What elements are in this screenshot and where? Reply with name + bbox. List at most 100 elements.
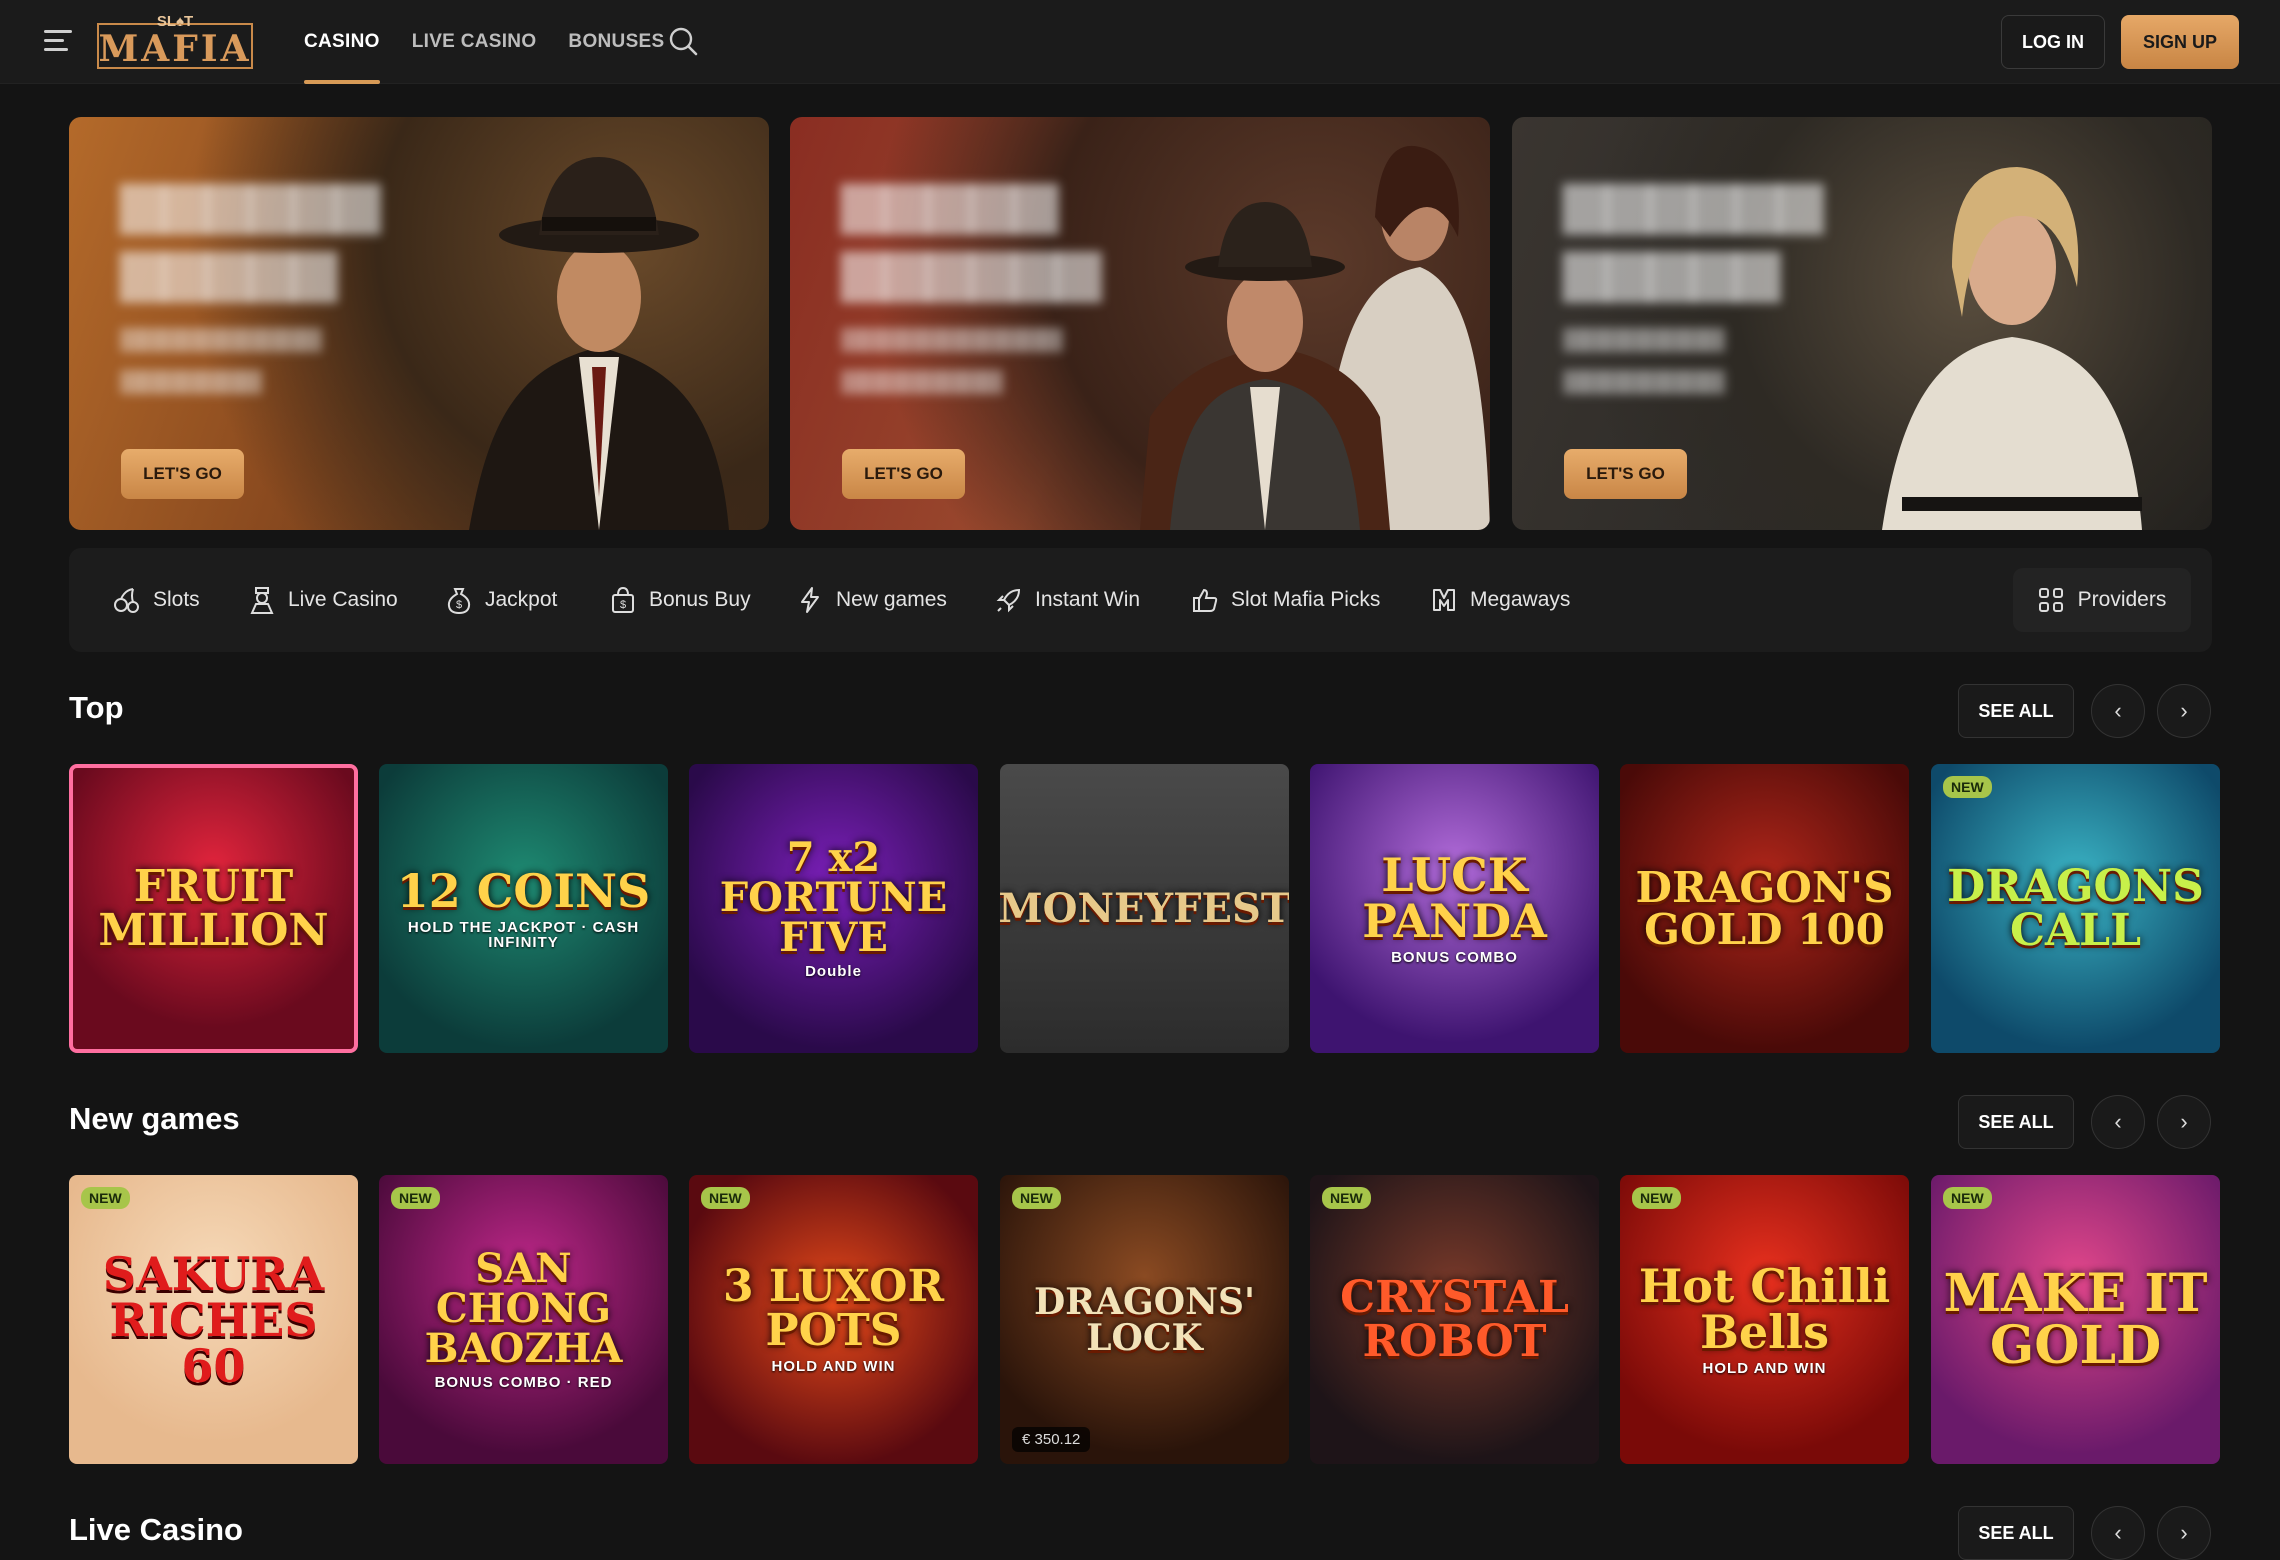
section-title-new-games: New games — [69, 1101, 240, 1136]
login-button[interactable]: LOG IN — [2001, 15, 2105, 69]
game-title: Hot Chilli Bells — [1638, 1259, 1891, 1359]
game-subtitle: HOLD AND WIN — [771, 1358, 896, 1375]
section-title-top: Top — [69, 690, 124, 725]
banner-cta-button[interactable]: LET'S GO — [121, 449, 244, 499]
banner-welcome-package[interactable]: ▆▆▆▆▆▆ ▆▆▆▆▆ ▆▆▆▆▆▆▆▆▆▆ ▆▆▆▆▆▆▆ LET'S GO — [69, 117, 769, 530]
game-tile-san-chong-baozha[interactable]: NEW SAN CHONG BAOZHA BONUS COMBO · RED — [379, 1175, 668, 1464]
mafioso-illustration — [469, 157, 729, 530]
banner-crypto-bonus[interactable]: ▆▆▆▆▆▆ ▆▆▆▆▆ ▆▆▆▆▆▆▆▆ ▆▆▆▆▆▆▆▆ LET'S GO — [1512, 117, 2212, 530]
new-badge: NEW — [1012, 1187, 1061, 1209]
see-all-button-top[interactable]: SEE ALL — [1958, 684, 2074, 738]
game-title: DRAGON'S GOLD 100 — [1635, 862, 1894, 954]
cherries-icon — [114, 588, 139, 613]
game-tile-fruit-million[interactable]: FRUIT MILLION — [69, 764, 358, 1053]
lightning-icon — [801, 587, 819, 613]
menu-icon[interactable] — [44, 30, 72, 52]
category-new-games[interactable]: New games — [796, 548, 947, 652]
game-tile-dragons-gold-100[interactable]: DRAGON'S GOLD 100 — [1620, 764, 1909, 1053]
banner-reload-bonuses[interactable]: ▆▆▆▆▆ ▆▆▆▆▆▆ ▆▆▆▆▆▆▆▆▆▆▆ ▆▆▆▆▆▆▆▆ LET'S GO — [790, 117, 1490, 530]
category-label: Megaways — [1470, 588, 1571, 611]
category-label: Live Casino — [288, 588, 398, 611]
game-tile-hot-chilli-bells[interactable]: NEW Hot Chilli Bells HOLD AND WIN — [1620, 1175, 1909, 1464]
new-badge: NEW — [1943, 1187, 1992, 1209]
game-subtitle: Double — [805, 963, 862, 980]
new-badge: NEW — [1322, 1187, 1371, 1209]
new-badge: NEW — [81, 1187, 130, 1209]
category-slots[interactable]: Slots — [113, 548, 200, 652]
jackpot-amount: € 350.12 — [1012, 1427, 1091, 1452]
providers-button[interactable]: Providers — [2013, 568, 2191, 632]
game-subtitle: BONUS COMBO — [1391, 949, 1518, 966]
game-tile-dragons-call[interactable]: NEW DRAGONS CALL — [1931, 764, 2220, 1053]
banner-cta-button[interactable]: LET'S GO — [842, 449, 965, 499]
next-arrow-icon[interactable]: › — [2157, 684, 2211, 738]
megaways-icon — [1433, 589, 1455, 611]
game-tile-3-luxor-pots[interactable]: NEW 3 LUXOR POTS HOLD AND WIN — [689, 1175, 978, 1464]
slot-mafia-logo[interactable]: SL♠T MAFIA — [94, 12, 256, 72]
game-title: DRAGONS CALL — [1947, 860, 2204, 956]
game-title: FRUIT MILLION — [98, 860, 329, 956]
game-title: 12 COINS — [396, 863, 651, 918]
game-title: 7 x2 FORTUNE FIVE — [719, 834, 948, 961]
category-label: New games — [836, 588, 947, 611]
search-icon[interactable] — [668, 26, 698, 56]
game-title: MONEYFEST — [1000, 884, 1289, 932]
svg-text:$: $ — [620, 599, 626, 611]
banner-cta-button[interactable]: LET'S GO — [1564, 449, 1687, 499]
prev-arrow-icon[interactable]: ‹ — [2091, 684, 2145, 738]
svg-text:MAFIA: MAFIA — [98, 28, 251, 70]
banner-blurred-text: ▆▆▆▆▆▆ ▆▆▆▆▆ ▆▆▆▆▆▆▆▆▆▆ ▆▆▆▆▆▆▆ — [121, 169, 380, 393]
top-header: SL♠T MAFIA CASINO LIVE CASINO BONUSES LO… — [0, 0, 2280, 84]
banner-blurred-text: ▆▆▆▆▆▆ ▆▆▆▆▆ ▆▆▆▆▆▆▆▆ ▆▆▆▆▆▆▆▆ — [1564, 169, 1823, 393]
dealer-icon — [250, 587, 274, 614]
svg-text:$: $ — [456, 599, 462, 611]
rocket-icon — [996, 588, 1021, 613]
game-tile-12-coins[interactable]: 12 COINS HOLD THE JACKPOT · CASH INFINITY — [379, 764, 668, 1053]
category-live-casino[interactable]: Live Casino — [248, 548, 398, 652]
gift-bag-icon: $ — [612, 586, 634, 613]
nav-casino[interactable]: CASINO — [304, 0, 380, 84]
section-title-live-casino: Live Casino — [69, 1512, 243, 1547]
grid-icon — [2038, 588, 2063, 612]
game-tile-luck-panda[interactable]: LUCK PANDA BONUS COMBO — [1310, 764, 1599, 1053]
category-label: Jackpot — [485, 588, 558, 611]
thumbs-up-icon — [1193, 588, 1218, 612]
game-tile-dragons-lock[interactable]: NEW DRAGONS' LOCK € 350.12 — [1000, 1175, 1289, 1464]
mafioso-couple-illustration — [1140, 145, 1490, 530]
next-arrow-icon[interactable]: › — [2157, 1506, 2211, 1560]
lady-illustration — [1882, 167, 2142, 530]
category-megaways[interactable]: Megaways — [1430, 548, 1570, 652]
game-title: MAKE IT GOLD — [1943, 1262, 2208, 1376]
game-title: LUCK PANDA — [1362, 848, 1547, 948]
see-all-button-live-casino[interactable]: SEE ALL — [1958, 1506, 2074, 1560]
category-label: Instant Win — [1035, 588, 1141, 611]
main-nav: CASINO LIVE CASINO BONUSES — [304, 0, 664, 84]
coin-bag-icon: $ — [447, 588, 471, 614]
nav-bonuses[interactable]: BONUSES — [568, 0, 664, 84]
game-tile-sakura-riches-60[interactable]: NEW SAKURA RICHES 60 — [69, 1175, 358, 1464]
category-slot-mafia-picks[interactable]: Slot Mafia Picks — [1191, 548, 1380, 652]
new-badge: NEW — [1632, 1187, 1681, 1209]
category-bonus-buy[interactable]: $ Bonus Buy — [609, 548, 751, 652]
next-arrow-icon[interactable]: › — [2157, 1095, 2211, 1149]
game-subtitle: BONUS COMBO · RED — [434, 1374, 613, 1391]
game-tile-make-it-gold[interactable]: NEW MAKE IT GOLD — [1931, 1175, 2220, 1464]
game-title: CRYSTAL ROBOT — [1340, 1271, 1569, 1367]
game-tile-crystal-robot[interactable]: NEW CRYSTAL ROBOT — [1310, 1175, 1599, 1464]
game-title: SAN CHONG BAOZHA — [424, 1245, 623, 1372]
new-badge: NEW — [701, 1187, 750, 1209]
new-badge: NEW — [1943, 776, 1992, 798]
game-tile-fortune-five-double[interactable]: 7 x2 FORTUNE FIVE Double — [689, 764, 978, 1053]
category-jackpot[interactable]: $ Jackpot — [445, 548, 557, 652]
prev-arrow-icon[interactable]: ‹ — [2091, 1095, 2145, 1149]
category-label: Slot Mafia Picks — [1231, 588, 1381, 611]
prev-arrow-icon[interactable]: ‹ — [2091, 1506, 2145, 1560]
game-title: DRAGONS' LOCK — [1033, 1280, 1256, 1359]
see-all-button-new-games[interactable]: SEE ALL — [1958, 1095, 2074, 1149]
nav-live-casino[interactable]: LIVE CASINO — [412, 0, 537, 84]
game-tile-moneyfest[interactable]: MONEYFEST — [1000, 764, 1289, 1053]
signup-button[interactable]: SIGN UP — [2121, 15, 2239, 69]
category-instant-win[interactable]: Instant Win — [995, 548, 1140, 652]
game-title: SAKURA RICHES 60 — [102, 1246, 325, 1393]
providers-label: Providers — [2077, 588, 2167, 611]
